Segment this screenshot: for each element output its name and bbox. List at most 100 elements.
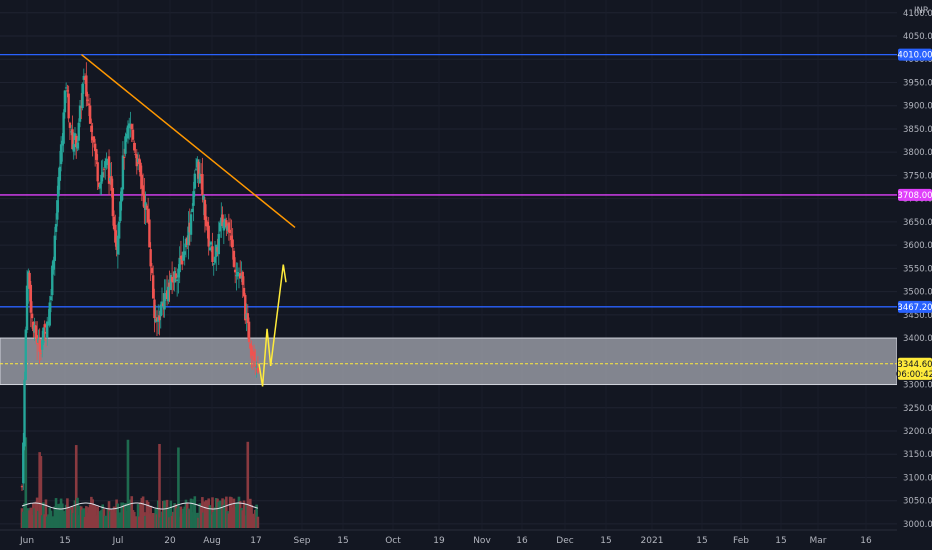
candle-body <box>228 229 232 233</box>
price-tick-label: 3850.00 <box>903 125 932 135</box>
candle-body <box>247 321 251 342</box>
candle-body <box>53 235 56 261</box>
candle-body <box>217 234 220 255</box>
candle-body <box>148 219 151 248</box>
candle-body <box>64 87 68 89</box>
price-tick-label: 3600.00 <box>903 241 932 251</box>
time-tick-label: Sep <box>294 536 311 546</box>
candle-body <box>42 327 45 343</box>
candle-body <box>87 103 91 106</box>
time-tick-label: Dec <box>556 536 573 546</box>
candle-body <box>174 273 178 279</box>
time-tick-label: 19 <box>433 536 445 546</box>
candle-body <box>95 149 98 160</box>
time-tick-label: Mar <box>810 536 827 546</box>
price-label-text: 4010.00 <box>897 51 932 61</box>
candle-body <box>77 122 80 141</box>
candle-body <box>22 442 25 484</box>
candle-body <box>117 221 121 239</box>
candle-body <box>121 155 125 190</box>
time-tick-label: 16 <box>516 536 528 546</box>
candle-body <box>192 191 195 206</box>
time-tick-label: 16 <box>860 536 872 546</box>
time-tick-label: Aug <box>203 536 221 546</box>
time-tick-label: 17 <box>250 536 261 546</box>
currency-label: INR <box>914 6 929 16</box>
candle-body <box>151 275 155 299</box>
candle-body <box>58 166 62 181</box>
time-tick-label: Feb <box>733 536 749 546</box>
price-tick-label: 3200.00 <box>903 427 932 437</box>
candle-body <box>232 250 236 267</box>
price-label-text: 06:00:42 <box>896 370 932 380</box>
price-tick-label: 3550.00 <box>903 264 932 274</box>
volume-bar <box>256 516 260 528</box>
candle-body <box>96 162 99 182</box>
candle-body <box>193 173 197 189</box>
candle-body <box>38 339 41 352</box>
candle-body <box>101 172 104 178</box>
candle-body <box>202 195 205 200</box>
price-tick-label: 3400.00 <box>903 334 932 344</box>
candle-body <box>56 200 59 220</box>
candle-body <box>122 157 126 159</box>
support-zone <box>0 337 898 386</box>
candle-body <box>25 285 29 331</box>
candle-body <box>178 257 181 273</box>
candle-body <box>149 249 152 267</box>
candle-body <box>246 313 249 324</box>
price-tick-label: 3100.00 <box>903 473 932 483</box>
candle-body <box>66 90 69 92</box>
candle-body <box>145 205 149 210</box>
price-label-text: 3467.20 <box>897 303 932 313</box>
candle-body <box>92 136 96 143</box>
candle-body <box>76 142 79 149</box>
candle-body <box>111 187 115 217</box>
candle-body <box>49 296 53 301</box>
candle-body <box>191 208 194 212</box>
candle-body <box>85 75 88 97</box>
candle-body <box>72 144 75 152</box>
candle-body <box>194 168 198 170</box>
candle-body <box>81 83 84 109</box>
price-tick-label: 3750.00 <box>903 171 932 181</box>
time-tick-label: 15 <box>775 536 786 546</box>
price-chart[interactable]: 4100.004050.004000.003950.003900.003850.… <box>0 0 932 550</box>
candle-body <box>150 267 154 274</box>
price-tick-label: 3250.00 <box>903 404 932 414</box>
time-tick-label: 15 <box>696 536 707 546</box>
time-tick-label: Jul <box>112 536 124 546</box>
candle-body <box>233 269 237 273</box>
candle-body <box>250 345 253 356</box>
candle-body <box>124 136 127 154</box>
candle-body <box>52 259 55 270</box>
candle-body <box>131 129 135 140</box>
candle-body <box>68 122 72 128</box>
time-tick-label: 20 <box>164 536 176 546</box>
price-axis-ticks: 4100.004050.004000.003950.003900.003850.… <box>903 9 932 530</box>
candle-body <box>23 379 26 447</box>
candle-body <box>130 124 133 130</box>
candle-body <box>255 366 258 368</box>
price-tick-label: 3300.00 <box>903 381 932 391</box>
candle-body <box>207 225 210 247</box>
candle-body <box>213 256 217 263</box>
candle-body <box>86 99 89 101</box>
candle-body <box>46 321 49 338</box>
price-tick-label: 3500.00 <box>903 288 932 298</box>
time-tick-label: 15 <box>59 536 70 546</box>
candle-body <box>54 224 58 232</box>
candle-body <box>51 265 54 296</box>
candle-body <box>63 90 67 113</box>
candle-body <box>212 263 215 265</box>
candle-body <box>230 235 233 241</box>
price-tick-label: 3900.00 <box>903 102 932 112</box>
candle-body <box>24 329 27 380</box>
candle-body <box>231 239 234 248</box>
price-tick-label: 3950.00 <box>903 78 932 88</box>
candle-body <box>201 174 204 196</box>
candle-body <box>208 247 212 251</box>
time-tick-label: Nov <box>473 536 491 546</box>
candle-body <box>43 324 46 328</box>
candle-body <box>211 246 214 262</box>
